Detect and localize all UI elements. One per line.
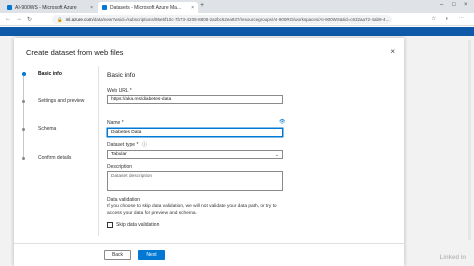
skip-validation-label[interactable]: Skip data validation bbox=[116, 222, 159, 228]
web-url-label: Web URL * bbox=[107, 88, 132, 94]
web-url-field[interactable]: https://aka.ms/diabetes-data bbox=[107, 95, 283, 104]
close-icon[interactable]: × bbox=[390, 47, 395, 56]
web-url-value: https://aka.ms/diabetes-data bbox=[111, 97, 172, 102]
back-arrow-icon[interactable]: ← bbox=[5, 16, 11, 22]
close-window-icon[interactable]: × bbox=[464, 2, 468, 8]
step-dot-icon bbox=[22, 99, 25, 103]
data-validation-text: If you choose to skip data validation, w… bbox=[107, 204, 277, 216]
tab-close-icon[interactable]: × bbox=[90, 5, 93, 11]
chevron-down-icon: ⌄ bbox=[274, 151, 279, 158]
azure-favicon-icon bbox=[7, 5, 12, 10]
step-label: Confirm details bbox=[38, 155, 72, 161]
dialog-title: Create dataset from web files bbox=[26, 48, 124, 57]
tab-close-icon[interactable]: × bbox=[191, 5, 194, 11]
browser-tab-bar: AI-900WS - Microsoft Azure × Datasets - … bbox=[0, 0, 474, 13]
step-active-dot-icon bbox=[21, 72, 26, 76]
forward-arrow-icon[interactable]: → bbox=[16, 16, 22, 22]
skip-validation-checkbox[interactable] bbox=[107, 222, 113, 228]
description-textarea[interactable]: Dataset description bbox=[107, 171, 283, 191]
tab-title: Datasets - Microsoft Azure Ma... bbox=[110, 4, 182, 11]
description-placeholder: Dataset description bbox=[111, 174, 153, 179]
dataset-type-label: Dataset type * bbox=[107, 142, 139, 148]
name-field[interactable]: Diabetes Data bbox=[107, 128, 283, 137]
dataset-type-select[interactable]: Tabular ⌄ bbox=[107, 150, 283, 159]
dataset-type-value: Tabular bbox=[111, 152, 127, 157]
description-label: Description bbox=[107, 164, 133, 170]
name-label: Name * bbox=[107, 120, 124, 126]
step-label: Basic info bbox=[38, 71, 62, 77]
maximize-icon[interactable]: □ bbox=[452, 2, 456, 8]
browser-tab-workspace[interactable]: AI-900WS - Microsoft Azure × bbox=[3, 2, 97, 13]
azure-ml-header-bar bbox=[0, 27, 474, 36]
refresh-icon[interactable]: ↻ bbox=[27, 16, 32, 23]
url-input[interactable]: 🔒 ml.azure.com /data/new?wsid=/subscript… bbox=[52, 15, 392, 24]
steps-connector-line bbox=[23, 74, 24, 158]
url-path: /data/new?wsid=/subscriptions/95e5f10c-7… bbox=[92, 17, 390, 22]
section-title: Basic info bbox=[107, 72, 136, 79]
url-host: ml.azure.com bbox=[65, 17, 93, 22]
step-label: Settings and preview bbox=[38, 98, 85, 104]
lock-icon: 🔒 bbox=[57, 16, 63, 22]
address-bar: ← → ↻ 🔒 ml.azure.com /data/new?wsid=/sub… bbox=[0, 13, 474, 26]
azure-favicon-icon bbox=[102, 5, 107, 10]
next-button[interactable]: Next bbox=[138, 250, 165, 260]
step-label: Schema bbox=[38, 126, 57, 132]
page-scrollbar[interactable] bbox=[468, 40, 471, 240]
preview-eye-icon[interactable]: 👁 bbox=[279, 119, 285, 125]
create-dataset-dialog: Create dataset from web files × Basic in… bbox=[14, 38, 404, 266]
linkedin-watermark: Linked in bbox=[439, 255, 466, 261]
step-dot-icon bbox=[22, 156, 25, 160]
new-tab-button[interactable]: + bbox=[200, 2, 204, 9]
dialog-footer: Back Next bbox=[14, 243, 404, 266]
step-dot-icon bbox=[22, 127, 25, 131]
browser-extension-icons[interactable]: ☆ ◐ ⋯ bbox=[431, 16, 468, 22]
tab-title: AI-900WS - Microsoft Azure bbox=[15, 4, 77, 11]
minimize-icon[interactable]: – bbox=[440, 2, 443, 8]
back-button[interactable]: Back bbox=[104, 250, 131, 260]
info-icon[interactable]: ⓘ bbox=[142, 141, 147, 148]
steps-divider bbox=[98, 66, 99, 236]
data-validation-title: Data validation bbox=[107, 197, 141, 203]
name-value: Diabetes Data bbox=[111, 130, 142, 135]
browser-tab-datasets[interactable]: Datasets - Microsoft Azure Ma... × bbox=[98, 2, 198, 13]
